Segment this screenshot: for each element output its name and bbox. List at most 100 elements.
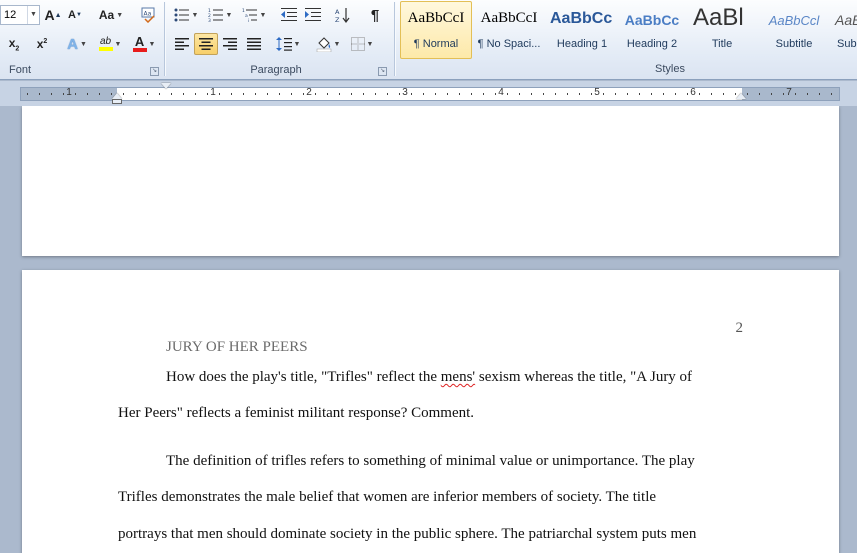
ruler-number: 5 [594,87,600,98]
subscript-button[interactable]: x2 [0,33,28,55]
first-line-indent-marker[interactable] [161,83,171,89]
ruler-tick [471,93,472,95]
ruler-tick [87,93,88,95]
numbering-button[interactable]: 1 2 3 ▼ [204,4,236,26]
misspelled-word[interactable]: mens' [441,369,475,385]
font-group-label: Font [8,64,31,76]
ruler-tick [447,93,448,95]
bullets-button[interactable]: ▼ [170,4,202,26]
pilcrow-icon: ¶ [370,6,380,24]
ruler-number: 1 [66,87,72,98]
line-spacing-button[interactable]: ▼ [272,33,304,55]
align-left-button[interactable] [170,33,194,55]
ruler-tick [603,93,604,95]
ruler-tick [507,93,508,95]
ruler-number: 1 [210,87,216,98]
ruler-tick [795,93,796,95]
style-subtitle[interactable]: AaBbCcl Subtitle [758,1,830,59]
style-heading-1[interactable]: AaBbCc Heading 1 [546,1,618,59]
ruler-tick [99,93,100,95]
left-indent-marker[interactable] [112,99,122,104]
paragraph-line[interactable]: Trifles demonstrates the male belief tha… [118,489,656,506]
text-effects-button[interactable]: A ▼ [62,33,92,55]
group-divider [394,2,395,76]
text-effects-dropdown-icon: ▼ [79,40,87,48]
horizontal-ruler[interactable]: 1 1 2 3 4 5 6 7 [20,87,840,101]
svg-text:i: i [248,18,249,22]
justify-icon [247,38,261,50]
font-dialog-launcher-icon[interactable]: ↘ [150,67,159,76]
font-color-dropdown-icon: ▼ [148,40,156,48]
svg-text:Aa: Aa [144,11,152,18]
ruler-number: 3 [402,87,408,98]
ruler-tick [627,93,628,95]
style-normal[interactable]: AaBbCcI ¶ Normal [400,1,472,59]
style-subtle[interactable]: AaBl Sub [830,1,857,59]
font-color-icon: A [132,35,147,52]
paragraph-line[interactable]: portrays that men should dominate societ… [118,526,696,543]
style-preview: AaBl [693,4,744,31]
ruler-tick [759,93,760,95]
ruler-tick [183,93,184,95]
superscript-icon: x2 [36,37,48,51]
multilevel-list-button[interactable]: 1 a i ▼ [238,4,270,26]
sort-icon: A Z [335,8,350,23]
font-color-button[interactable]: A ▼ [128,33,160,55]
text-effects-icon: A [67,35,78,53]
style-name: Sub [837,38,857,50]
justify-button[interactable] [242,33,266,55]
ruler-tick [819,93,820,95]
shrink-font-button[interactable]: A ▼ [65,4,85,26]
change-case-icon: Aa [98,8,115,22]
align-right-button[interactable] [218,33,242,55]
ruler-tick [27,93,28,95]
clear-formatting-button[interactable]: Aa [137,4,159,26]
ribbon: 12 ▼ A ▲ A ▼ Aa ▼ Aa x2 x2 A ▼ ab ▼ A ▼ … [0,0,857,80]
ruler-tick [75,93,76,95]
ruler-tick [723,93,724,95]
ruler-tick [807,93,808,95]
font-size-input[interactable]: 12 ▼ [0,5,40,25]
decrease-indent-icon [281,8,297,21]
ruler-tick [771,93,772,95]
highlight-button[interactable]: ab ▼ [94,33,126,55]
ruler-tick [411,93,412,95]
ruler-tick [387,93,388,95]
paragraph-line[interactable]: How does the play's title, "Trifles" ref… [166,369,692,386]
ruler-tick [579,93,580,95]
right-indent-marker[interactable] [736,93,746,99]
style-preview: AaBbCc [624,12,680,28]
superscript-button[interactable]: x2 [30,33,54,55]
sort-button[interactable]: A Z [332,4,354,26]
increase-indent-button[interactable] [302,4,324,26]
align-center-button[interactable] [194,33,218,55]
paragraph-dialog-launcher-icon[interactable]: ↘ [378,67,387,76]
paragraph-line[interactable]: Her Peers" reflects a feminist militant … [118,405,474,422]
document-heading[interactable]: JURY OF HER PEERS [166,339,308,356]
show-formatting-marks-button[interactable]: ¶ [364,4,386,26]
borders-button[interactable]: ▼ [346,33,378,55]
ruler-tick [663,93,664,95]
style-no-spacing[interactable]: AaBbCcI ¶ No Spaci... [473,1,545,59]
clear-formatting-icon: Aa [141,7,155,23]
style-heading-2[interactable]: AaBbCc Heading 2 [616,1,688,59]
ruler-number: 6 [690,87,696,98]
ruler-tick [711,93,712,95]
grow-font-button[interactable]: A ▲ [43,4,63,26]
page[interactable] [22,106,839,256]
font-size-dropdown-icon[interactable]: ▼ [27,6,39,24]
shading-button[interactable]: ▼ [312,33,344,55]
document-area[interactable]: 2 JURY OF HER PEERS How does the play's … [0,106,857,553]
style-title[interactable]: AaBl Title [686,1,758,59]
ruler-number: 4 [498,87,504,98]
ruler-tick [351,93,352,95]
font-group: 12 ▼ A ▲ A ▼ Aa ▼ Aa x2 x2 A ▼ ab ▼ A ▼ … [0,0,162,80]
ruler-tick [375,93,376,95]
change-case-button[interactable]: Aa ▼ [95,4,127,26]
ruler-tick [327,93,328,95]
ruler-tick [555,93,556,95]
paragraph-line[interactable]: The definition of trifles refers to some… [166,453,695,470]
multilevel-list-icon: 1 a i [242,8,257,22]
decrease-indent-button[interactable] [278,4,300,26]
page[interactable]: 2 JURY OF HER PEERS How does the play's … [22,270,839,553]
